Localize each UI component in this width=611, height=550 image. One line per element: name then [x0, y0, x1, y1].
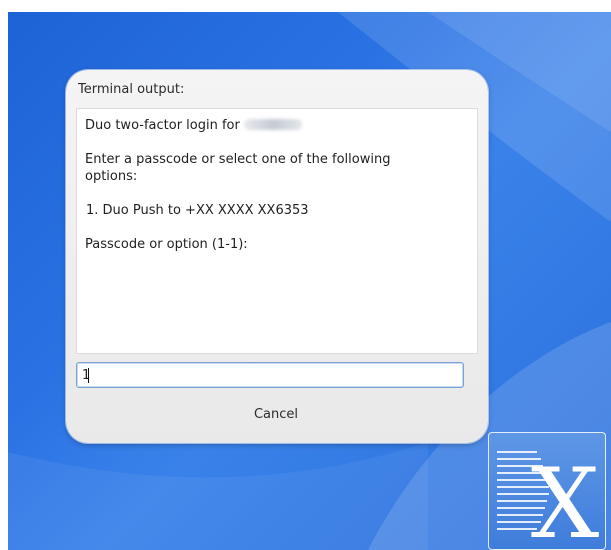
output-line-option-1: 1. Duo Push to +XX XXXX XX6353	[86, 203, 309, 218]
output-line-login: Duo two-factor login for	[85, 117, 302, 134]
terminal-output-dialog: Terminal output: Duo two-factor login fo…	[66, 70, 488, 443]
output-line-prompt: Enter a passcode or select one of the fo…	[85, 152, 391, 167]
redacted-username	[243, 119, 302, 130]
text-cursor	[88, 368, 89, 383]
output-line-login-text: Duo two-factor login for	[85, 118, 240, 133]
desktop-background: Terminal output: Duo two-factor login fo…	[8, 12, 611, 550]
terminal-output-area: Duo two-factor login for Enter a passcod…	[76, 108, 478, 354]
passcode-input[interactable]: 1	[76, 362, 464, 388]
passcode-input-value: 1	[82, 368, 91, 383]
cancel-button[interactable]: Cancel	[76, 398, 476, 432]
output-line-passcode-prompt: Passcode or option (1-1):	[85, 237, 248, 252]
output-line-options: options:	[85, 169, 138, 184]
x-logo-letter: X	[531, 448, 599, 549]
x-logo-icon: X	[488, 432, 606, 550]
x-logo-graphic: X	[497, 448, 599, 549]
dialog-title: Terminal output:	[78, 82, 185, 97]
